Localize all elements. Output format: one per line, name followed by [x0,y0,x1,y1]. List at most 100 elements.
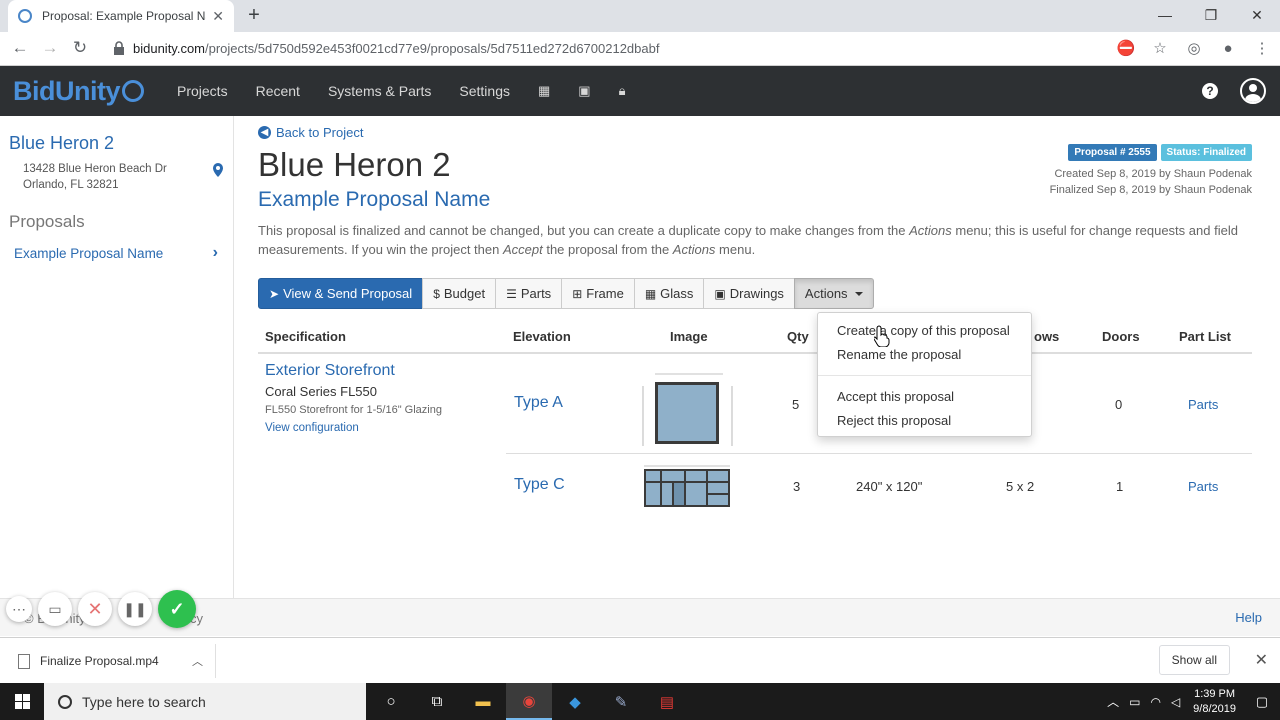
paint-icon[interactable]: ✎ [598,683,644,720]
windows-logo-icon [14,694,30,709]
help-icon[interactable]: ? [1202,83,1218,99]
wifi-icon[interactable]: ◠ [1145,695,1165,709]
tab-title: Proposal: Example Proposal Nam [42,9,207,23]
elevation-type-c[interactable]: Type C [514,476,565,494]
map-pin-icon[interactable] [213,163,223,177]
menu-accept[interactable]: Accept this proposal [837,389,954,404]
spec-description: FL550 Storefront for 1-5/16" Glazing [265,404,442,416]
close-shelf-icon[interactable]: ✕ [1255,650,1268,670]
chevron-up-icon[interactable]: ︿ [192,653,203,669]
nav-projects[interactable]: Projects [163,83,242,99]
money-icon[interactable]: ▣ [564,83,604,99]
finish-recording-icon[interactable]: ✓ [158,590,196,628]
nav-recent[interactable]: Recent [242,83,314,99]
file-explorer-icon[interactable]: ▬ [460,683,506,720]
search-icon [58,694,72,709]
actions-dropdown-button[interactable]: Actions [793,278,874,309]
taskbar-apps: ○ ⧉ ▬ ◉ ◆ ✎ ▤ [368,683,690,720]
browser-tab[interactable]: Proposal: Example Proposal Nam ✕ [8,0,234,32]
parts-link-row-1[interactable]: Parts [1188,397,1218,412]
browser-tab-bar: Proposal: Example Proposal Nam ✕ + — ❐ ✕ [0,0,1280,32]
glass-button[interactable]: ▦ Glass [633,278,705,309]
elevation-c-thumbnail[interactable] [638,464,736,510]
address-line-2: Orlando, FL 32821 [23,179,119,191]
more-icon[interactable]: ⋯ [6,596,32,622]
extension-icon[interactable]: ◎ [1184,38,1204,58]
taskbar-search[interactable]: Type here to search [44,683,366,720]
sidebar-item-proposal[interactable]: Example Proposal Name › [6,240,226,266]
close-window-button[interactable]: ✕ [1234,0,1280,30]
finalized-info: This proposal is finalized and cannot be… [258,221,1258,259]
arrow-left-circle-icon: ◀ [258,126,271,139]
parts-label: Parts [520,286,552,301]
spec-title[interactable]: Exterior Storefront [265,362,395,380]
help-link[interactable]: Help [1235,610,1262,625]
view-configuration-link[interactable]: View configuration [265,422,359,434]
menu-icon[interactable]: ⋮ [1252,38,1272,58]
chevron-up-tray-icon[interactable]: ︿ [1102,693,1124,710]
project-address: 13428 Blue Heron Beach Dr Orlando, FL 32… [23,161,167,193]
cortana-icon[interactable]: ○ [368,683,414,720]
vscode-icon[interactable]: ◆ [552,683,598,720]
forward-arrow-icon[interactable]: → [40,38,60,58]
camera-icon[interactable]: ▭ [38,592,72,626]
new-tab-button[interactable]: + [244,4,264,27]
show-all-button[interactable]: Show all [1158,645,1230,675]
nav-links: Projects Recent Systems & Parts Settings… [163,66,640,116]
bidunity-logo[interactable]: BidUnity [13,76,144,107]
taskbar-clock[interactable]: 1:39 PM 9/8/2019 [1185,687,1244,717]
drawings-button[interactable]: ▣ Drawings [703,278,795,309]
restore-button[interactable]: ❐ [1188,0,1234,30]
parts-button[interactable]: ☰ Parts [495,278,563,309]
menu-rename[interactable]: Rename the proposal [837,347,961,362]
bookmark-star-icon[interactable]: ☆ [1150,38,1170,58]
minimize-button[interactable]: — [1142,0,1188,30]
sidebar-item-label: Example Proposal Name [14,245,164,261]
cookie-blocked-icon[interactable]: ⛔ [1116,38,1136,58]
nav-settings[interactable]: Settings [445,83,524,99]
task-view-icon[interactable]: ⧉ [414,683,460,720]
view-send-button[interactable]: ➤ View & Send Proposal [258,278,424,309]
th-image: Image [670,329,708,344]
parts-link-row-2[interactable]: Parts [1188,479,1218,494]
elevation-a-thumbnail[interactable] [639,364,735,448]
cancel-recording-icon[interactable]: ✕ [78,592,112,626]
chrome-icon[interactable]: ◉ [506,683,552,720]
frame-label: Frame [586,286,624,301]
frame-button[interactable]: ⊞ Frame [561,278,635,309]
frame-icon: ⊞ [572,286,583,301]
back-to-project-link[interactable]: ◀ Back to Project [258,125,363,140]
notifications-icon[interactable]: ▢ [1244,683,1280,720]
menu-create-copy[interactable]: Create a copy of this proposal [837,323,1010,338]
battery-icon[interactable]: ▭ [1124,695,1145,709]
glass-label: Glass [660,286,694,301]
system-tray: ︿ ▭ ◠ ◁ 1:39 PM 9/8/2019 ▢ [1102,683,1280,720]
lock-icon [114,41,124,55]
calendar-icon[interactable]: ▦ [524,83,564,99]
menu-reject[interactable]: Reject this proposal [837,413,951,428]
url-field[interactable]: bidunity.com/projects/5d750d592e453f0021… [133,41,659,56]
elevation-type-a[interactable]: Type A [514,394,563,412]
user-avatar-icon[interactable] [1240,78,1266,104]
download-filename: Finalize Proposal.mp4 [40,654,159,668]
reload-icon[interactable]: ↻ [70,38,90,58]
table-header: Specification Elevation Image Qty ows Do… [258,322,1252,354]
pdf-icon[interactable]: ▤ [644,683,690,720]
nav-systems-parts[interactable]: Systems & Parts [314,83,445,99]
start-button[interactable] [0,683,44,720]
search-placeholder: Type here to search [82,693,206,710]
pause-icon[interactable]: ❚❚ [118,592,152,626]
download-item[interactable]: Finalize Proposal.mp4 ︿ [12,644,216,678]
address-line-1: 13428 Blue Heron Beach Dr [23,163,167,175]
lock-nav-icon[interactable]: 🔒︎ [605,83,640,99]
budget-button[interactable]: $ Budget [422,278,497,309]
profile-icon[interactable]: ● [1218,38,1238,58]
project-name[interactable]: Blue Heron 2 [9,133,114,154]
volume-icon[interactable]: ◁ [1166,695,1185,709]
url-path: /projects/5d750d592e453f0021cd77e9/propo… [205,41,660,56]
th-rows: ows [1034,329,1060,344]
back-arrow-icon[interactable]: ← [10,38,30,58]
recorder-controls: ⋯ ▭ ✕ ❚❚ ✓ [6,590,196,628]
proposal-number-badge: Proposal # 2555 [1068,144,1157,161]
close-tab-icon[interactable]: ✕ [212,8,224,25]
